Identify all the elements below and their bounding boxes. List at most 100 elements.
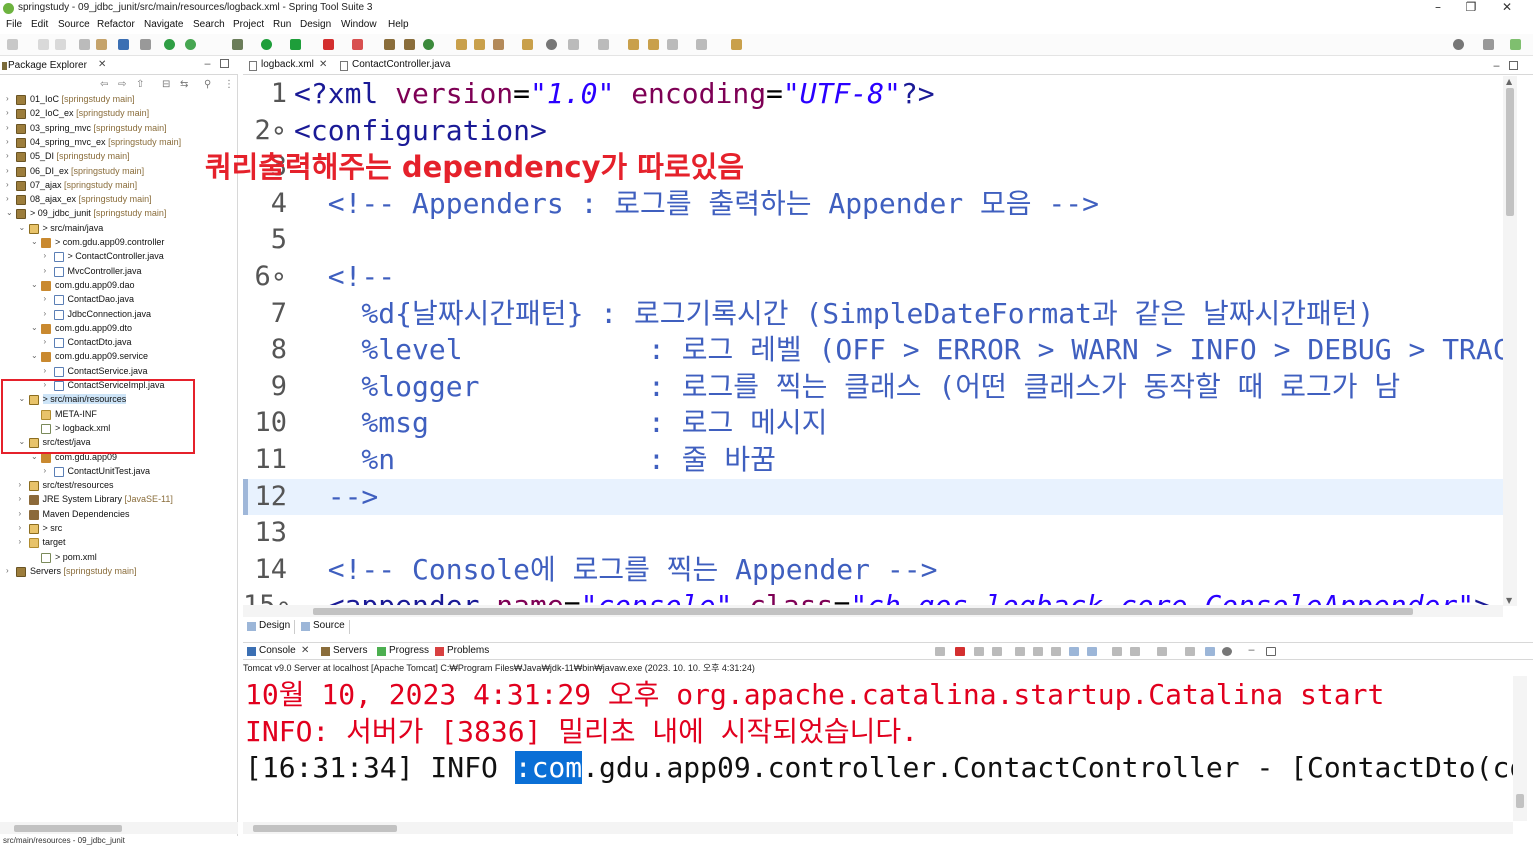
open-perspective-icon[interactable] xyxy=(1483,39,1494,50)
package-explorer-tab[interactable]: Package Explorer ✕ ‒ xyxy=(0,57,238,75)
code-line[interactable]: 12 --> xyxy=(243,478,1503,515)
code-line[interactable]: 1 <?xml version="1.0" encoding="UTF-8"?> xyxy=(243,76,1503,112)
forward-edit-icon[interactable] xyxy=(648,39,659,50)
chevron-right-icon[interactable]: › xyxy=(19,509,22,518)
server-restart-icon[interactable] xyxy=(935,647,945,656)
close-icon[interactable]: ✕ xyxy=(98,59,106,70)
chevron-right-icon[interactable]: › xyxy=(6,137,9,146)
chevron-right-icon[interactable]: › xyxy=(44,309,47,318)
tab-console[interactable]: Console xyxy=(245,645,296,656)
forward-icon[interactable]: ⇨ xyxy=(118,79,126,90)
tree-item[interactable]: › ContactDao.java xyxy=(44,293,239,307)
chevron-right-icon[interactable]: › xyxy=(19,537,22,546)
menu-source[interactable]: Source xyxy=(58,19,90,30)
editor-horizontal-scrollbar[interactable] xyxy=(243,605,1503,617)
menu-refactor[interactable]: Refactor xyxy=(97,19,135,30)
selected-text[interactable]: :com xyxy=(514,751,583,785)
console-vertical-scrollbar[interactable] xyxy=(1513,676,1527,821)
open-console-icon[interactable] xyxy=(1185,647,1195,656)
new-package-icon[interactable] xyxy=(404,39,415,50)
minimize-view-icon[interactable]: ‒ xyxy=(1493,59,1500,72)
tree-item[interactable]: › Servers [springstudy main] xyxy=(6,565,238,579)
clear-console-icon[interactable] xyxy=(1015,647,1025,656)
tree-item[interactable]: › 01_IoC [springstudy main] xyxy=(6,93,238,107)
view-menu-icon[interactable]: ⋮ xyxy=(224,79,234,90)
console-horizontal-scrollbar[interactable] xyxy=(243,822,1513,834)
forward-icon[interactable] xyxy=(696,39,707,50)
chevron-down-icon[interactable]: ⌄ xyxy=(31,323,38,332)
restore-button[interactable]: ❐ xyxy=(1453,0,1489,17)
run-icon[interactable] xyxy=(261,39,272,50)
tab-logback-xml[interactable]: logback.xml xyxy=(245,59,314,74)
globe-icon[interactable] xyxy=(546,39,557,50)
new-class-icon[interactable] xyxy=(423,39,434,50)
tree-item[interactable]: › JRE System Library [JavaSE-11] xyxy=(19,493,239,507)
last-edit-icon[interactable] xyxy=(628,39,639,50)
chevron-right-icon[interactable]: › xyxy=(44,266,47,275)
new-project-icon[interactable] xyxy=(384,39,395,50)
explorer-horizontal-scrollbar[interactable] xyxy=(0,822,238,834)
tree-item[interactable]: › 05_DI [springstudy main] xyxy=(6,150,238,164)
code-line[interactable]: 4 <!-- Appenders : 로그를 출력하는 Appender 모음 … xyxy=(243,186,1503,222)
tab-source[interactable]: Source xyxy=(299,620,350,634)
back-icon[interactable]: ⇦ xyxy=(100,79,108,90)
spring-boot-icon[interactable] xyxy=(164,39,175,50)
scroll-thumb[interactable] xyxy=(1506,88,1514,216)
tree-item[interactable]: ⌄ > src/main/java xyxy=(19,222,239,236)
scroll-thumb[interactable] xyxy=(253,825,397,832)
next-annotation-icon[interactable] xyxy=(598,39,609,50)
code-line[interactable]: 11 %n : 줄 바꿈 xyxy=(243,442,1503,478)
close-icon[interactable]: ✕ xyxy=(301,645,309,656)
annotation-icon[interactable] xyxy=(568,39,579,50)
search-icon[interactable] xyxy=(1453,39,1464,50)
tree-item[interactable]: ⌄ com.gdu.app09.dto xyxy=(31,322,238,336)
menu-edit[interactable]: Edit xyxy=(31,19,48,30)
console-line[interactable]: 10월 10, 2023 4:31:29 오후 org.apache.catal… xyxy=(245,676,1384,713)
chevron-right-icon[interactable]: › xyxy=(6,94,9,103)
tree-item[interactable]: › > src xyxy=(19,522,239,536)
tree-item[interactable]: › MvcController.java xyxy=(44,265,239,279)
console-line[interactable]: INFO: 서버가 [3836] 밀리초 내에 시작되었습니다. xyxy=(245,713,918,750)
chevron-down-icon[interactable]: ⌄ xyxy=(31,351,38,360)
save-icon[interactable] xyxy=(38,39,49,50)
chevron-down-icon[interactable]: ⌄ xyxy=(6,208,13,217)
remove-all-icon[interactable] xyxy=(992,647,1002,656)
chevron-down-icon[interactable]: ⌄ xyxy=(19,223,26,232)
open-type-icon[interactable] xyxy=(96,39,107,50)
scroll-thumb[interactable] xyxy=(1516,794,1524,808)
chevron-down-icon[interactable]: ⌄ xyxy=(31,237,38,246)
pin-icon[interactable] xyxy=(731,39,742,50)
menu-search[interactable]: Search xyxy=(193,19,225,30)
tree-item[interactable]: › ContactService.java xyxy=(44,365,239,379)
word-wrap-icon[interactable] xyxy=(1051,647,1061,656)
maximize-view-icon[interactable] xyxy=(220,59,229,68)
tree-item[interactable]: › 08_ajax_ex [springstudy main] xyxy=(6,193,238,207)
menu-project[interactable]: Project xyxy=(233,19,264,30)
tree-item[interactable]: › target xyxy=(19,536,239,550)
menu-navigate[interactable]: Navigate xyxy=(144,19,183,30)
code-line[interactable]: 15∘ <appender name="console" class="ch.q… xyxy=(243,588,1503,606)
code-line[interactable]: 8 %level : 로그 레벨 (OFF > ERROR > WARN > I… xyxy=(243,332,1503,368)
chevron-right-icon[interactable]: › xyxy=(6,194,9,203)
terminal-icon[interactable] xyxy=(118,39,129,50)
print-icon[interactable] xyxy=(79,39,90,50)
chevron-right-icon[interactable]: › xyxy=(6,108,9,117)
terminate-icon[interactable] xyxy=(955,647,965,656)
chevron-right-icon[interactable]: › xyxy=(6,180,9,189)
open-file-icon[interactable] xyxy=(474,39,485,50)
tree-item[interactable]: ⌄ > 09_jdbc_junit [springstudy main] xyxy=(6,207,238,221)
chevron-right-icon[interactable]: › xyxy=(19,523,22,532)
close-button[interactable]: ✕ xyxy=(1489,0,1525,17)
code-line[interactable]: 13 xyxy=(243,515,1503,551)
chevron-right-icon[interactable]: › xyxy=(6,123,9,132)
code-line[interactable]: 9 %logger : 로그를 찍는 클래스 (어떤 클래스가 동작할 때 로그… xyxy=(243,369,1503,405)
chevron-right-icon[interactable]: › xyxy=(6,166,9,175)
java-console-icon[interactable] xyxy=(1205,647,1215,656)
open-folder-icon[interactable] xyxy=(456,39,467,50)
scroll-thumb[interactable] xyxy=(313,608,1413,615)
chevron-right-icon[interactable]: › xyxy=(6,566,9,575)
collapse-all-icon[interactable]: ⊟ xyxy=(162,79,170,90)
chevron-down-icon[interactable]: ⌄ xyxy=(31,280,38,289)
skip-breakpoints-icon[interactable] xyxy=(140,39,151,50)
spring-perspective-icon[interactable] xyxy=(1510,39,1521,50)
